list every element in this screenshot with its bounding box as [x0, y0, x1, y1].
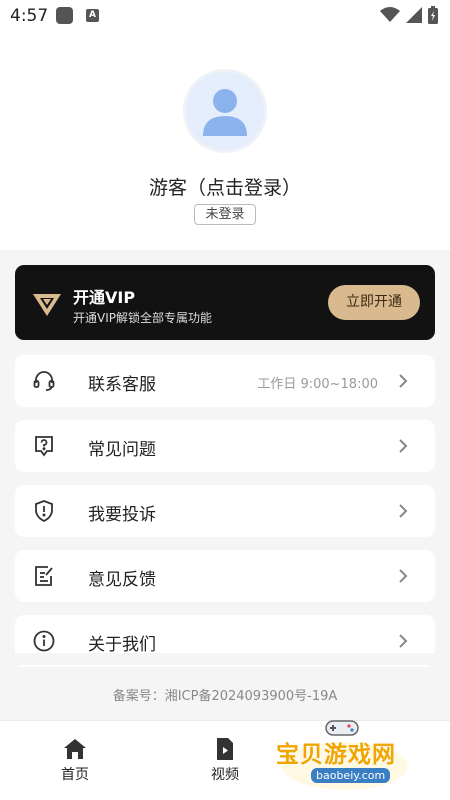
- service-hours: 工作日 9:00~18:00: [257, 377, 378, 392]
- chevron-right-icon: [399, 504, 408, 518]
- feedback-edit-icon: [35, 566, 53, 586]
- vip-title: 开通VIP: [73, 288, 136, 307]
- chevron-right-icon: [399, 439, 408, 453]
- font-app-icon: A: [86, 9, 99, 22]
- menu-item-faq[interactable]: 常见问题: [15, 420, 435, 472]
- menu-item-complaint[interactable]: 我要投诉: [15, 485, 435, 537]
- menu-label: 关于我们: [88, 635, 156, 655]
- tab-video[interactable]: 视频: [185, 737, 265, 784]
- profile-header: 游客（点击登录） 未登录: [0, 32, 450, 250]
- status-indicators: [380, 6, 438, 24]
- shield-alert-icon: [35, 500, 53, 523]
- tab-home-label: 首页: [61, 767, 89, 783]
- menu-label: 我要投诉: [88, 505, 156, 525]
- question-icon: [35, 436, 53, 457]
- vip-subtitle: 开通VIP解锁全部专属功能: [73, 311, 212, 325]
- menu-label: 常见问题: [88, 440, 156, 460]
- battery-icon: [428, 6, 438, 24]
- scroll-clip: [0, 653, 450, 665]
- chevron-right-icon: [399, 634, 408, 648]
- wifi-icon: [380, 7, 400, 22]
- watermark-text: 宝贝游戏网: [276, 742, 396, 768]
- home-icon: [64, 739, 86, 759]
- headset-icon: [33, 371, 55, 391]
- icp-record: 备案号：湘ICP备2024093900号-19A: [112, 689, 338, 704]
- chevron-right-icon: [399, 374, 408, 388]
- vip-diamond-icon: [33, 294, 61, 316]
- default-user-icon: [203, 89, 247, 136]
- username-login-prompt[interactable]: 游客（点击登录）: [0, 173, 450, 200]
- signal-icon: [406, 7, 422, 23]
- app-notification-icon: [56, 7, 73, 24]
- tab-video-label: 视频: [211, 767, 239, 783]
- video-file-icon: [217, 738, 233, 760]
- activate-vip-button[interactable]: 立即开通: [328, 285, 420, 320]
- site-watermark: 宝贝游戏网 baobeiy.com: [270, 716, 420, 790]
- menu-item-customer-service[interactable]: 联系客服 工作日 9:00~18:00: [15, 355, 435, 407]
- status-time: 4:57: [10, 6, 49, 26]
- chevron-right-icon: [399, 569, 408, 583]
- menu-label: 联系客服: [88, 375, 156, 395]
- login-status-badge: 未登录: [194, 204, 256, 225]
- menu-label: 意见反馈: [88, 570, 156, 590]
- menu-item-feedback[interactable]: 意见反馈: [15, 550, 435, 602]
- vip-banner[interactable]: 开通VIP 开通VIP解锁全部专属功能 立即开通: [15, 265, 435, 340]
- tab-home[interactable]: 首页: [35, 737, 115, 784]
- watermark-url: baobeiy.com: [311, 768, 391, 783]
- avatar[interactable]: [183, 69, 267, 153]
- info-icon: [33, 630, 55, 652]
- status-bar: 4:57 A: [0, 0, 450, 32]
